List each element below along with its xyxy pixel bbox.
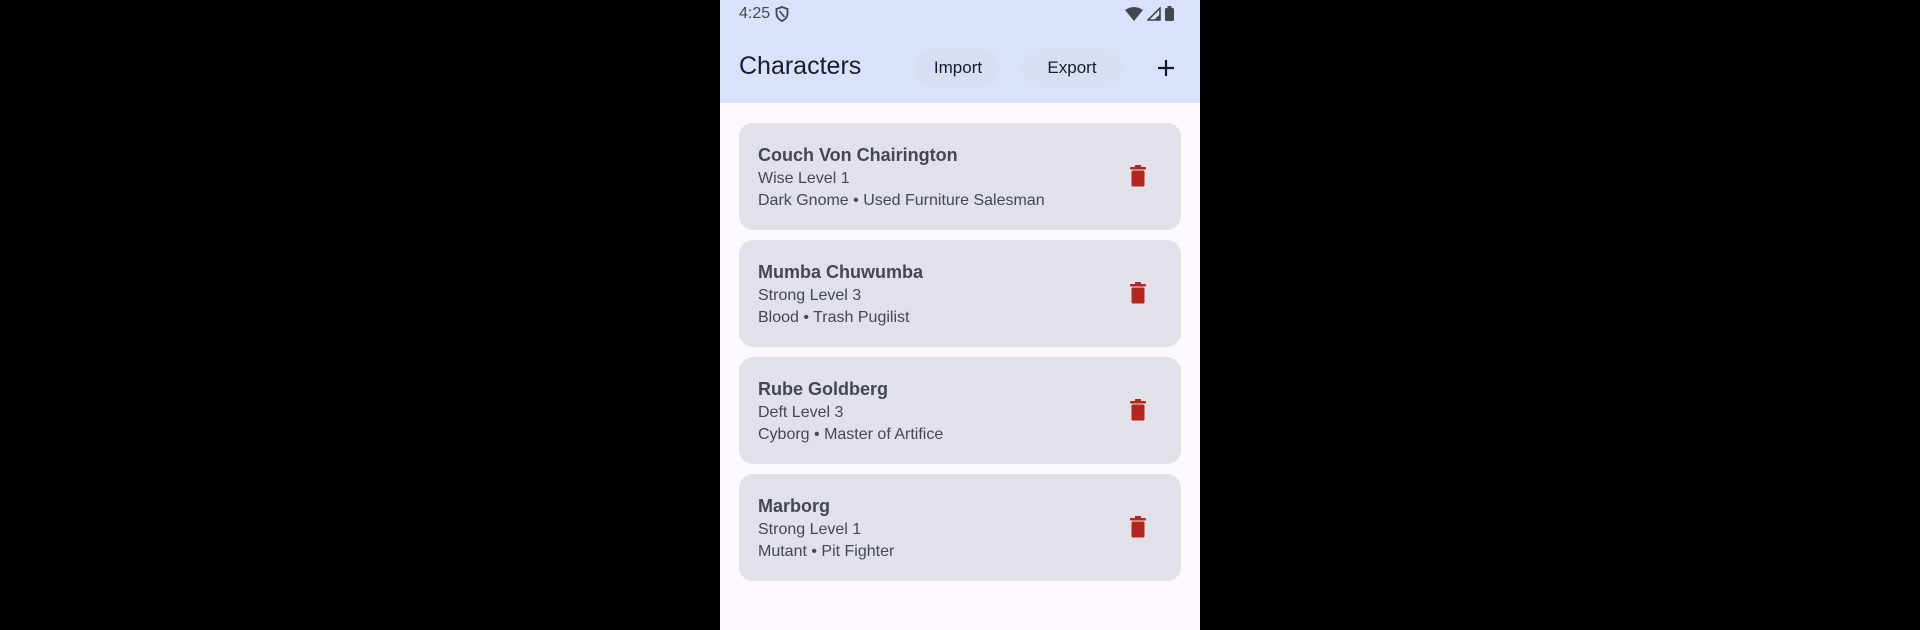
status-time: 4:25 (739, 5, 771, 22)
character-name: Marborg (758, 496, 830, 516)
page-title: Characters (739, 52, 862, 80)
delete-button[interactable] (1123, 278, 1153, 308)
status-bar: 4:25 (720, 0, 1200, 28)
plus-icon (1158, 60, 1174, 76)
phone-screen: 4:25 Characters Import Export Couch Von … (720, 0, 1200, 630)
trash-icon (1130, 282, 1146, 304)
delete-button[interactable] (1123, 161, 1153, 191)
top-app-bar: 4:25 Characters Import Export (720, 0, 1200, 103)
character-description: Cyborg • Master of Artifice (758, 426, 944, 443)
delete-button[interactable] (1123, 395, 1153, 425)
trash-icon (1130, 516, 1146, 538)
shield-icon (775, 6, 789, 22)
character-list: Couch Von Chairington Wise Level 1 Dark … (739, 123, 1181, 591)
character-description: Mutant • Pit Fighter (758, 543, 895, 560)
app-bar: Characters Import Export (720, 42, 1200, 92)
signal-icon (1147, 6, 1161, 21)
trash-icon (1130, 165, 1146, 187)
wifi-icon (1125, 6, 1143, 21)
battery-icon (1165, 6, 1174, 21)
character-card[interactable]: Rube Goldberg Deft Level 3 Cyborg • Mast… (739, 357, 1181, 464)
character-name: Couch Von Chairington (758, 145, 958, 165)
character-level: Strong Level 1 (758, 521, 862, 538)
character-card[interactable]: Couch Von Chairington Wise Level 1 Dark … (739, 123, 1181, 230)
character-card[interactable]: Marborg Strong Level 1 Mutant • Pit Figh… (739, 474, 1181, 581)
status-icons (1125, 6, 1174, 21)
character-level: Deft Level 3 (758, 404, 844, 421)
export-button[interactable]: Export (1022, 48, 1122, 88)
character-description: Dark Gnome • Used Furniture Salesman (758, 192, 1045, 209)
character-description: Blood • Trash Pugilist (758, 309, 910, 326)
import-button[interactable]: Import (916, 48, 1000, 88)
character-name: Rube Goldberg (758, 379, 888, 399)
trash-icon (1130, 399, 1146, 421)
character-level: Wise Level 1 (758, 170, 850, 187)
add-character-button[interactable] (1148, 50, 1184, 86)
character-level: Strong Level 3 (758, 287, 862, 304)
character-name: Mumba Chuwumba (758, 262, 923, 282)
delete-button[interactable] (1123, 512, 1153, 542)
character-card[interactable]: Mumba Chuwumba Strong Level 3 Blood • Tr… (739, 240, 1181, 347)
